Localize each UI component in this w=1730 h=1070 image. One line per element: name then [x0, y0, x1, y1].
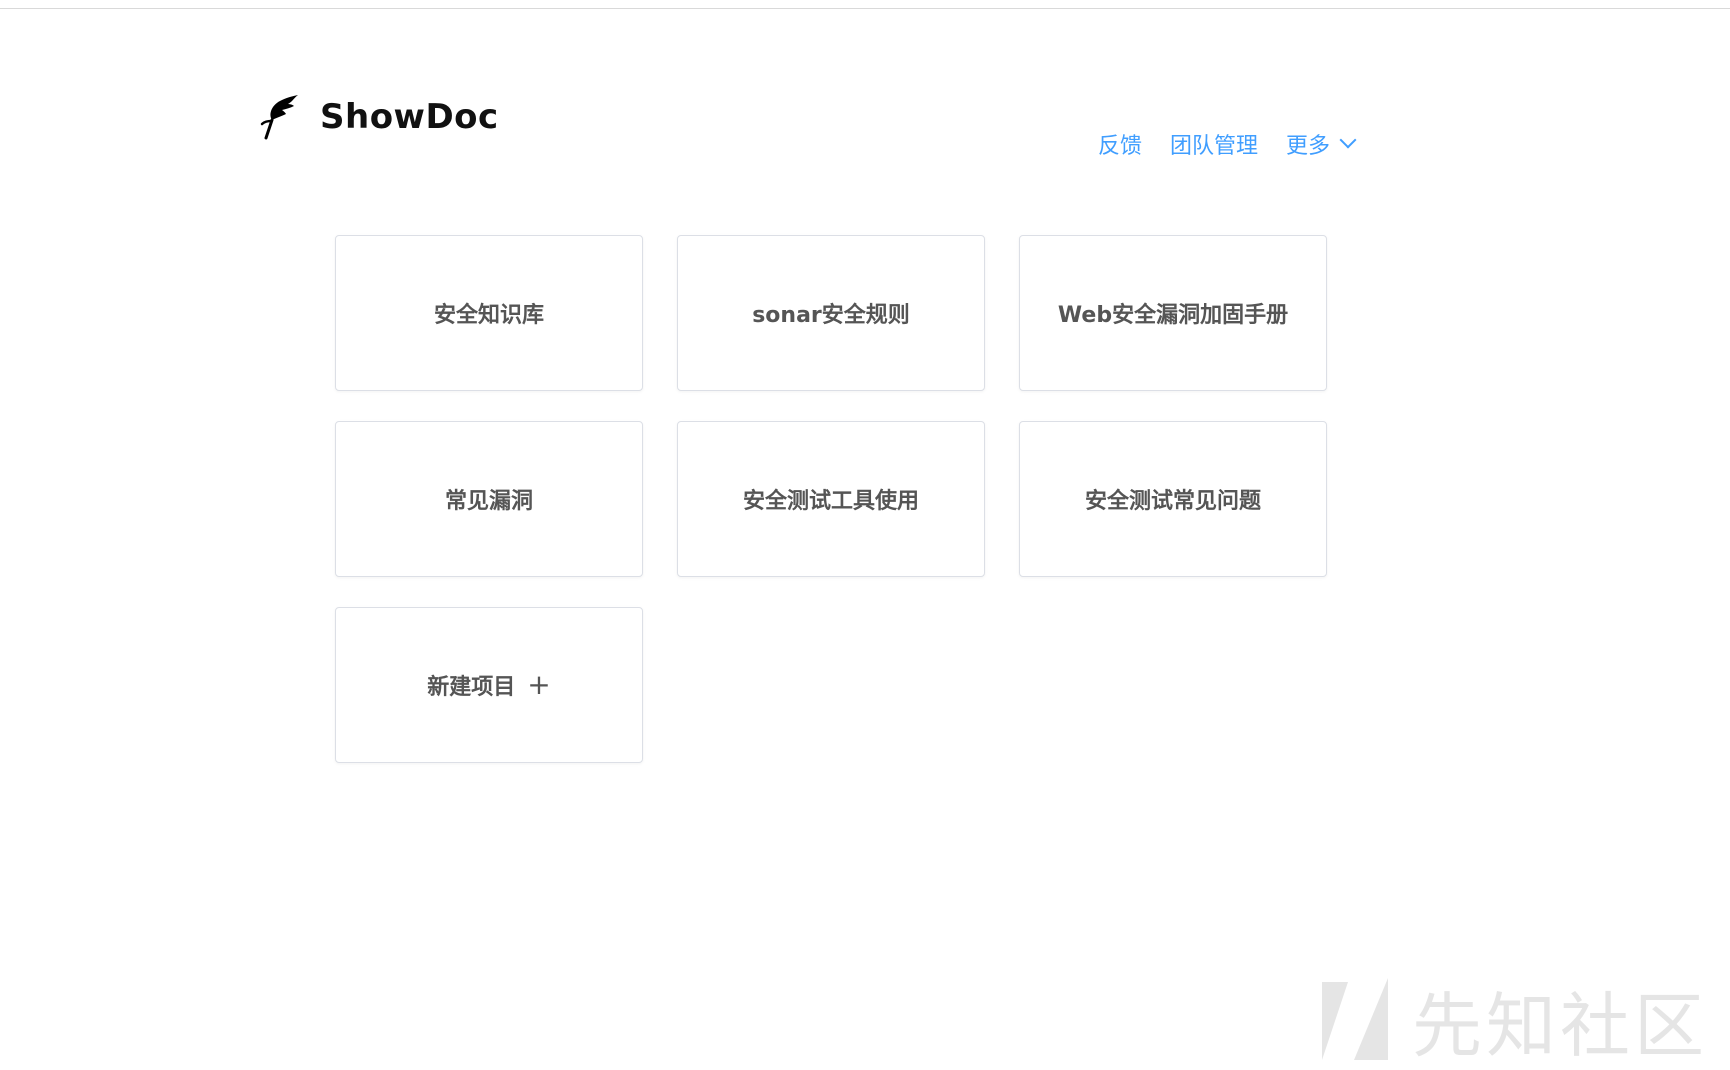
more-dropdown[interactable]: 更多	[1286, 128, 1357, 160]
feather-icon	[258, 94, 300, 140]
project-card[interactable]: 安全测试工具使用	[677, 421, 985, 577]
project-card-title: 常见漏洞	[444, 489, 533, 514]
watermark: 先知社区	[1318, 970, 1708, 1070]
project-card[interactable]: 常见漏洞	[335, 421, 643, 577]
brand-logo[interactable]: ShowDoc	[258, 94, 499, 140]
top-nav: 反馈 团队管理 更多	[1098, 128, 1357, 160]
brand-name: ShowDoc	[320, 97, 499, 137]
project-card-title: 安全测试常见问题	[1084, 489, 1261, 514]
new-project-label: 新建项目	[427, 675, 516, 700]
watermark-logo-icon	[1318, 976, 1392, 1066]
new-project-button[interactable]: 新建项目 +	[335, 607, 643, 763]
top-divider	[0, 8, 1730, 9]
plus-icon: +	[527, 668, 551, 701]
page: ShowDoc 反馈 团队管理 更多 安全知识库 sonar安全规则 Web安全…	[0, 0, 1730, 1070]
feedback-link[interactable]: 反馈	[1098, 128, 1142, 160]
project-card-title: 安全测试工具使用	[742, 489, 919, 514]
more-label: 更多	[1286, 134, 1331, 159]
project-card[interactable]: 安全测试常见问题	[1019, 421, 1327, 577]
project-card-title: sonar安全规则	[752, 303, 910, 328]
project-card[interactable]: sonar安全规则	[677, 235, 985, 391]
project-card[interactable]: Web安全漏洞加固手册	[1019, 235, 1327, 391]
project-grid: 安全知识库 sonar安全规则 Web安全漏洞加固手册 常见漏洞 安全测试工具使…	[335, 235, 1327, 763]
project-card[interactable]: 安全知识库	[335, 235, 643, 391]
team-management-link[interactable]: 团队管理	[1170, 128, 1258, 160]
watermark-text: 先知社区	[1412, 985, 1708, 1067]
project-card-title: Web安全漏洞加固手册	[1057, 303, 1289, 328]
project-card-title: 安全知识库	[433, 303, 544, 328]
chevron-down-icon	[1339, 131, 1357, 149]
